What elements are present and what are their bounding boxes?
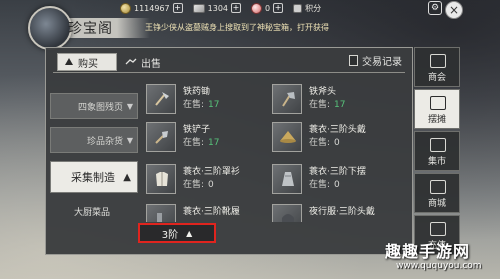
tab-sell[interactable]: 出售: [121, 53, 181, 71]
item-card[interactable]: 蓑衣·三阶头戴 在售: 0: [272, 122, 396, 156]
item-card[interactable]: 蓑衣·三阶下摆 在售: 0: [272, 164, 396, 198]
hood-icon: [272, 204, 302, 222]
tab-buy-label: 购买: [78, 58, 98, 70]
currency-bar: 1114967 + 1304 + 0 + 积分: [120, 0, 450, 16]
tier-selector[interactable]: 3阶 ▲: [138, 223, 216, 243]
currency-jade-value: 0: [265, 3, 271, 13]
trade-tabs: 购买 出售 交易记录: [45, 50, 413, 72]
recharge-icon: [430, 222, 446, 236]
add-ingot-button[interactable]: +: [231, 3, 241, 13]
item-stock: 在售: 17: [309, 100, 346, 110]
tab-buy[interactable]: 购买: [57, 53, 117, 71]
market-icon: [430, 138, 446, 152]
currency-jade: 0 +: [251, 2, 284, 14]
category-item-active[interactable]: 采集制造 ▲: [50, 161, 138, 193]
item-stock: 在售: 0: [309, 138, 340, 148]
axe-icon: [272, 84, 302, 114]
category-list: 四象图残页 ▼ 珍品杂货 ▼ 采集制造 ▲ 大厨菜品: [50, 77, 138, 252]
notice-ticker: 王铮少侠从盗墓贼身上搜取到了神秘宝箱，打开获得: [145, 23, 329, 32]
points-icon: [293, 3, 303, 13]
trade-records-button[interactable]: 交易记录: [349, 53, 402, 68]
page-title: 珍宝阁: [68, 21, 113, 37]
nav-label: 摆摊: [427, 115, 446, 125]
item-stock: 在售: 0: [309, 180, 340, 190]
moon-seal-icon: [28, 6, 72, 50]
nav-label: 集市: [427, 157, 446, 167]
item-stock: 在售: 17: [183, 100, 220, 110]
nav-label: 商城: [427, 199, 446, 209]
points[interactable]: 积分: [293, 3, 321, 14]
tab-sell-label: 出售: [141, 58, 161, 70]
item-name: 蓑衣·三阶罩衫: [183, 167, 240, 177]
item-name: 夜行服·三阶头戴: [309, 207, 375, 217]
skirt-icon: [272, 164, 302, 194]
silver-coin-icon: [120, 2, 131, 14]
category-item[interactable]: 四象图残页 ▼: [50, 93, 138, 119]
item-name: 蓑衣·三阶下摆: [309, 167, 366, 177]
category-item[interactable]: 珍品杂货 ▼: [50, 127, 138, 153]
item-stock: 在售: 17: [183, 138, 220, 148]
guild-icon: [430, 54, 446, 68]
buy-icon: [65, 58, 73, 65]
category-label: 采集制造: [71, 171, 115, 184]
settings-button[interactable]: ⚙: [428, 1, 442, 15]
item-name: 铁铲子: [183, 125, 211, 135]
item-card[interactable]: 铁药锄 在售: 17: [146, 84, 270, 118]
mall-icon: [430, 180, 446, 194]
chevron-up-icon: ▲: [123, 172, 131, 183]
item-card[interactable]: 蓑衣·三阶靴履: [146, 204, 270, 222]
item-card[interactable]: 铁斧头 在售: 17: [272, 84, 396, 118]
chevron-down-icon: ▼: [126, 102, 133, 111]
item-card[interactable]: 蓑衣·三阶罩衫 在售: 0: [146, 164, 270, 198]
hoe-icon: [146, 84, 176, 114]
nav-label: 商会: [427, 73, 446, 83]
item-name: 蓑衣·三阶头戴: [309, 125, 366, 135]
points-label: 积分: [305, 3, 322, 13]
category-label: 四象图残页: [77, 102, 123, 113]
watermark-url: www.ququyou.com: [396, 261, 482, 271]
add-silver-button[interactable]: +: [172, 3, 183, 13]
item-card[interactable]: 铁铲子 在售: 17: [146, 122, 270, 156]
item-name: 铁药锄: [183, 87, 211, 97]
category-label: 珍品杂货: [86, 136, 123, 147]
silver-ingot-icon: [192, 3, 205, 13]
item-card[interactable]: 夜行服·三阶头戴: [272, 204, 396, 222]
nav-guild[interactable]: 商会: [414, 47, 460, 87]
chevron-up-icon: ▲: [186, 228, 193, 238]
item-name: 铁斧头: [309, 87, 337, 97]
currency-silver: 1114967 +: [120, 2, 183, 14]
currency-ingot-value: 1304: [207, 3, 228, 13]
sell-icon: [125, 58, 137, 65]
robe-icon: [146, 164, 176, 194]
subcategory-item[interactable]: 大厨菜品: [50, 200, 138, 222]
item-name: 蓑衣·三阶靴履: [183, 207, 240, 217]
currency-silver-value: 1114967: [134, 3, 170, 13]
tabs-divider: [53, 72, 405, 73]
jade-icon: [251, 2, 262, 14]
straw-hat-icon: [272, 122, 302, 152]
tier-selector-value: 3阶: [161, 229, 179, 241]
watermark-title: 趣趣手游网: [385, 242, 471, 261]
currency-ingot: 1304 +: [192, 3, 241, 13]
document-icon: [349, 55, 358, 66]
shovel-icon: [146, 122, 176, 152]
nav-stall[interactable]: 摆摊: [414, 89, 460, 129]
nav-market[interactable]: 集市: [414, 131, 460, 171]
close-button[interactable]: ×: [445, 1, 463, 19]
nav-mall[interactable]: 商城: [414, 173, 460, 213]
add-jade-button[interactable]: +: [273, 3, 284, 13]
boots-icon: [146, 204, 176, 222]
subcategory-label: 大厨菜品: [74, 207, 111, 218]
trade-records-label: 交易记录: [362, 57, 402, 68]
stall-icon: [430, 96, 446, 110]
chevron-down-icon: ▼: [126, 136, 133, 145]
item-stock: 在售: 0: [183, 180, 214, 190]
